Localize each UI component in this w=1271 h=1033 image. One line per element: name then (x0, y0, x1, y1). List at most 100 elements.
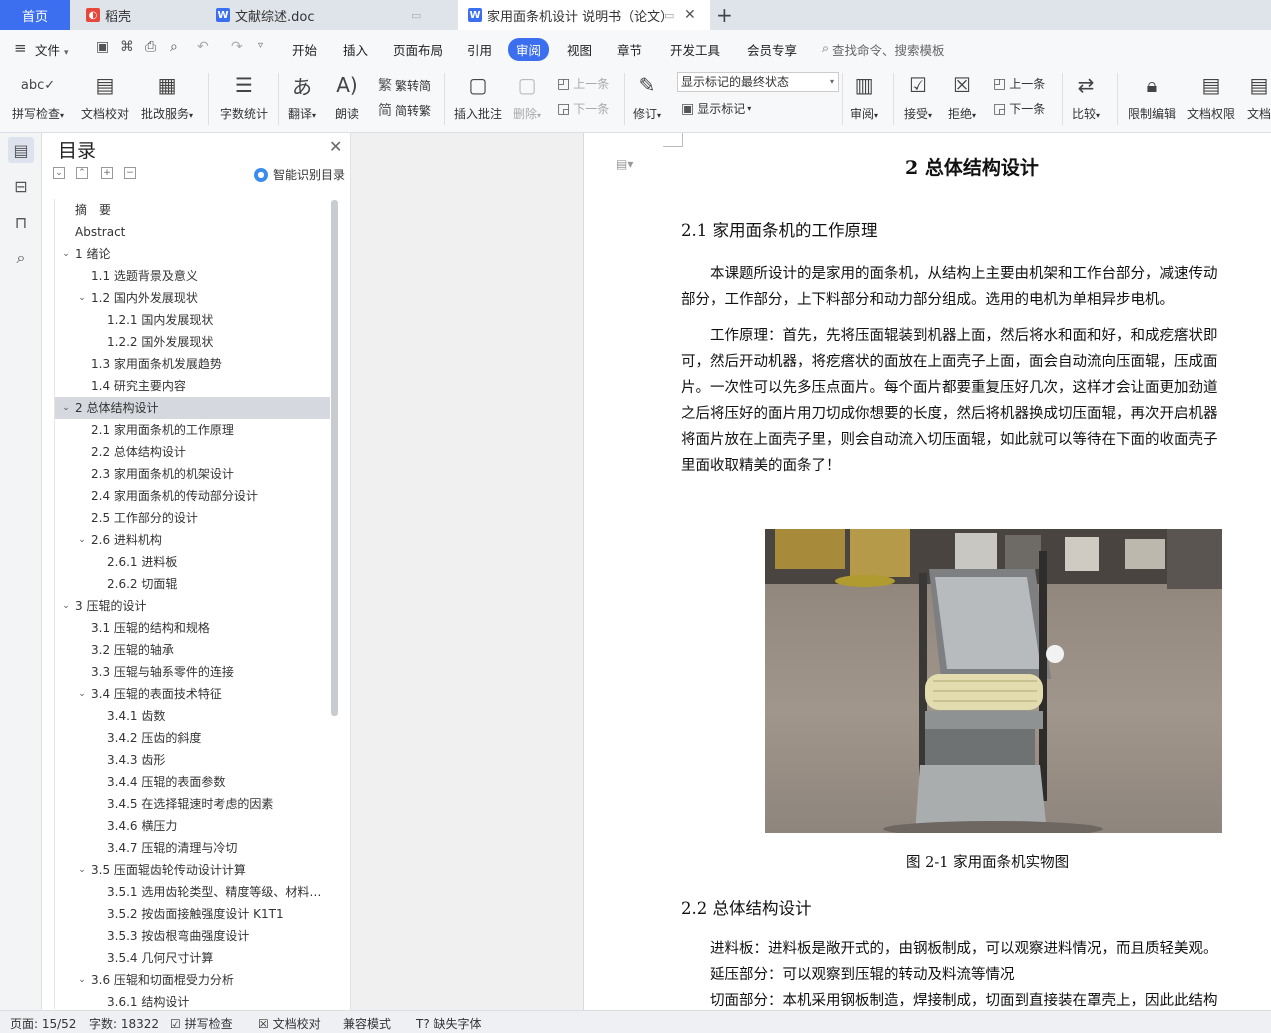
delete-comment-button[interactable]: ▢ 删除▾ (513, 71, 541, 122)
prev-comment-button[interactable]: ◰ 上一条 (557, 75, 609, 92)
toc-item[interactable]: 1.2.2 国外发展现状 (55, 331, 330, 353)
redo-icon[interactable]: ↷ (231, 39, 243, 55)
tab-home[interactable]: 首页 (0, 0, 70, 30)
toc-item[interactable]: ⌄ 2.6 进料机构 (55, 529, 330, 551)
hamburger-icon[interactable]: ≡ (14, 39, 27, 57)
menu-home[interactable]: 开始 (292, 40, 317, 59)
toc-item[interactable]: 2.1 家用面条机的工作原理 (55, 419, 330, 441)
restrict-editing-button[interactable]: 🔒︎ 限制编辑 (1128, 71, 1176, 122)
toc-item[interactable]: ⌄ 3.6 压辊和切面棍受力分析 (55, 969, 330, 991)
toc-item[interactable]: 3.4.3 齿形 (55, 749, 330, 771)
status-spellcheck[interactable]: ☑ 拼写检查 (170, 1015, 233, 1032)
toc-item[interactable]: 1.1 选题背景及意义 (55, 265, 330, 287)
toc-item[interactable]: 3.5.4 几何尺寸计算 (55, 947, 330, 969)
toc-item[interactable]: 3.1 压辊的结构和规格 (55, 617, 330, 639)
toc-item[interactable]: 2.3 家用面条机的机架设计 (55, 463, 330, 485)
toc-item[interactable]: ⌄ 2 总体结构设计 (55, 397, 330, 419)
chevron-down-icon[interactable]: ⌄ (60, 595, 72, 617)
bookmark-icon[interactable]: ⊓ (8, 209, 34, 235)
quick-access-dropdown-icon[interactable]: ▿ (258, 40, 263, 51)
paragraph-style-icon[interactable]: ▤▾ (616, 157, 633, 171)
toc-item[interactable]: 3.5.3 按齿根弯曲强度设计 (55, 925, 330, 947)
correction-service-button[interactable]: ▦ 批改服务▾ (141, 71, 193, 122)
toc-item[interactable]: 3.2 压辊的轴承 (55, 639, 330, 661)
status-proofread[interactable]: ☒ 文档校对 (258, 1015, 321, 1032)
print-preview-icon[interactable]: ⌕ (170, 39, 178, 55)
markup-state-select[interactable]: 显示标记的最终状态 ▾ (677, 72, 839, 92)
menu-file[interactable]: 文件 ▾ (35, 40, 69, 59)
toc-item[interactable]: 2.2 总体结构设计 (55, 441, 330, 463)
smart-toc-button[interactable]: ● 智能识别目录 (254, 166, 345, 183)
format-painter-icon[interactable]: ⌘ (120, 39, 134, 55)
command-search[interactable]: ⌕ 查找命令、搜索模板 (822, 40, 945, 59)
menu-references[interactable]: 引用 (467, 40, 492, 59)
page-indicator[interactable]: 页面: 15/52 (10, 1015, 76, 1032)
undo-icon[interactable]: ↶ (197, 39, 209, 55)
chevron-down-icon[interactable]: ⌄ (76, 969, 88, 991)
toc-item[interactable]: 2.4 家用面条机的传动部分设计 (55, 485, 330, 507)
spellcheck-button[interactable]: abc✓ 拼写检查▾ (12, 71, 64, 122)
doc-permission-button[interactable]: ▤ 文档权限 (1187, 71, 1235, 122)
toc-item[interactable]: 3.4.2 压齿的斜度 (55, 727, 330, 749)
toc-item[interactable]: 3.5.1 选用齿轮类型、精度等级、材料… (55, 881, 330, 903)
monitor-icon[interactable]: ▭ (664, 9, 674, 22)
menu-section[interactable]: 章节 (617, 40, 642, 59)
search-icon[interactable]: ⌕ (8, 245, 34, 271)
menu-page-layout[interactable]: 页面布局 (393, 40, 443, 59)
toc-item[interactable]: ⌄ 3.4 压辊的表面技术特征 (55, 683, 330, 705)
toc-item[interactable]: 3.4.7 压辊的清理与冷切 (55, 837, 330, 859)
toc-item[interactable]: 3.3 压辊与轴系零件的连接 (55, 661, 330, 683)
menu-view[interactable]: 视图 (567, 40, 592, 59)
word-count-button[interactable]: ☰ 字数统计 (220, 71, 268, 122)
menu-member[interactable]: 会员专享 (747, 40, 797, 59)
toc-item[interactable]: ⌄ 1 绪论 (55, 243, 330, 265)
toc-item[interactable]: ⌄ 3.5 压面辊齿轮传动设计计算 (55, 859, 330, 881)
missing-font-button[interactable]: T? 缺失字体 (416, 1015, 482, 1032)
chevron-down-icon[interactable]: ⌄ (60, 243, 72, 265)
toc-item[interactable]: ⌄ 1.2 国内外发展现状 (55, 287, 330, 309)
doc-proofread-button[interactable]: ▤ 文档校对 (81, 71, 129, 122)
chevron-down-icon[interactable]: ⌄ (76, 287, 88, 309)
collapse-icon[interactable]: − (124, 167, 136, 179)
show-markup-button[interactable]: ▣ 显示标记 ▾ (681, 100, 751, 117)
toc-scrollbar[interactable] (331, 200, 338, 716)
toc-item[interactable]: 1.3 家用面条机发展趋势 (55, 353, 330, 375)
translate-button[interactable]: あ 翻译▾ (288, 71, 316, 122)
next-change-button[interactable]: ◲ 下一条 (993, 100, 1045, 117)
toc-item[interactable]: 2.6.2 切面辊 (55, 573, 330, 595)
chevron-down-icon[interactable]: ⌄ (60, 397, 72, 419)
read-aloud-button[interactable]: A) 朗读 (333, 71, 361, 122)
chapter-nav-icon[interactable]: ⊟ (8, 173, 34, 199)
insert-comment-button[interactable]: ▢ 插入批注 (454, 71, 502, 122)
new-tab-icon[interactable]: + (716, 3, 733, 27)
toc-item[interactable]: 1.4 研究主要内容 (55, 375, 330, 397)
tab-docer[interactable]: ◐ 稻壳 (76, 0, 206, 30)
toc-item[interactable]: 3.4.5 在选择辊速时考虑的因素 (55, 793, 330, 815)
toc-item[interactable]: 3.6.1 结构设计 (55, 991, 330, 1009)
chevron-down-icon[interactable]: ⌄ (76, 859, 88, 881)
save-icon[interactable]: ▣ (96, 39, 109, 55)
trad-to-simp-button[interactable]: 繁繁转简 (378, 75, 431, 95)
compare-button[interactable]: ⇄ 比较▾ (1072, 71, 1100, 122)
menu-insert[interactable]: 插入 (343, 40, 368, 59)
next-comment-button[interactable]: ◲ 下一条 (557, 100, 609, 117)
toc-item[interactable]: 摘 要 (55, 199, 330, 221)
expand-up-icon[interactable]: ⌃ (76, 167, 88, 179)
toc-item[interactable]: ⌄ 3 压辊的设计 (55, 595, 330, 617)
collapse-all-icon[interactable]: ⌄ (53, 167, 65, 179)
tab-current-document[interactable]: W 家用面条机设计 说明书（论文） ▭ ✕ (458, 0, 710, 30)
toc-item[interactable]: 1.2.1 国内发展现状 (55, 309, 330, 331)
print-icon[interactable]: ⎙ (145, 39, 156, 55)
close-icon[interactable]: ✕ (329, 137, 342, 156)
close-icon[interactable]: ✕ (684, 7, 696, 23)
word-count[interactable]: 字数: 18322 (89, 1015, 159, 1032)
toc-item[interactable]: 2.6.1 进料板 (55, 551, 330, 573)
expand-icon[interactable]: + (101, 167, 113, 179)
toc-item[interactable]: 3.4.1 齿数 (55, 705, 330, 727)
menu-review[interactable]: 审阅 (508, 38, 550, 61)
prev-change-button[interactable]: ◰ 上一条 (993, 75, 1045, 92)
toc-pane-icon[interactable]: ▤ (8, 137, 34, 163)
toc-item[interactable]: 3.4.4 压辊的表面参数 (55, 771, 330, 793)
toc-item[interactable]: Abstract (55, 221, 330, 243)
chevron-down-icon[interactable]: ⌄ (76, 529, 88, 551)
